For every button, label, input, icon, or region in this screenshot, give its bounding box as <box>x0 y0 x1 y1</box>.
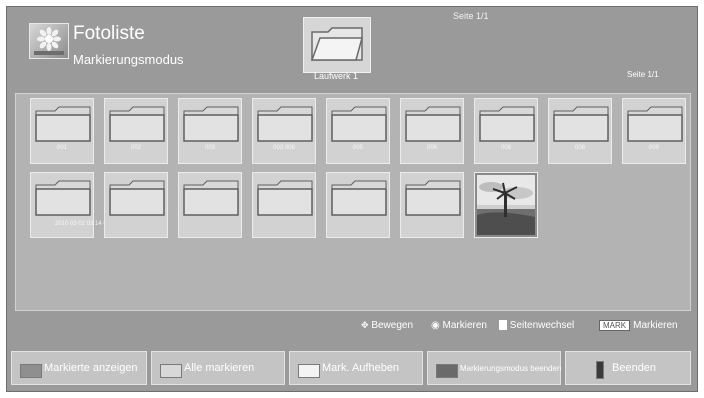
folder-icon <box>331 180 387 216</box>
exit-button[interactable]: Beenden <box>565 351 691 385</box>
red-key-swatch <box>20 364 42 378</box>
photo-list-screen: Fotoliste Markierungsmodus Seite 1/1 Lau… <box>6 6 698 392</box>
mode-subtitle: Markierungsmodus <box>73 52 184 67</box>
yellow-key-swatch <box>298 364 320 378</box>
folder-icon <box>627 106 683 142</box>
drive-button[interactable] <box>303 17 371 73</box>
mark-key-badge: MARK <box>599 320 631 331</box>
photo-flower-icon <box>29 23 69 59</box>
page-title: Fotoliste <box>73 23 145 44</box>
show-marked-button[interactable]: Markierte anzeigen <box>11 351 147 385</box>
folder-icon <box>257 180 313 216</box>
folder-tile[interactable]: 009 <box>622 98 686 164</box>
landscape-photo <box>477 175 535 235</box>
folder-name: 002 <box>130 145 141 151</box>
green-key-swatch <box>160 364 182 378</box>
folder-icon <box>479 106 535 142</box>
folder-icon <box>35 180 91 216</box>
hint-page-change: Seitenwechsel <box>499 320 574 331</box>
folder-icon <box>183 180 239 216</box>
folder-icon <box>109 180 165 216</box>
folder-name: 009 <box>648 145 659 151</box>
folder-name: 008 <box>574 145 585 151</box>
folder-name: 003 006 <box>273 145 295 151</box>
photo-thumbnail[interactable] <box>474 172 538 238</box>
folder-tile[interactable]: 003 <box>178 98 242 164</box>
folder-name: 005 <box>352 145 363 151</box>
hint-mark-label: Markieren <box>442 320 487 331</box>
hint-page-change-label: Seitenwechsel <box>509 320 575 331</box>
folder-icon <box>35 106 91 142</box>
drive-label: Laufwerk 1 <box>313 71 359 81</box>
header: Fotoliste Markierungsmodus Seite 1/1 Lau… <box>7 7 697 93</box>
page-indicator-right: Seite 1/1 <box>627 70 659 79</box>
folder-icon <box>331 106 387 142</box>
folder-name: 003 <box>204 145 215 151</box>
folder-icon <box>553 106 609 142</box>
blue-key-swatch <box>436 364 458 378</box>
folder-tile[interactable] <box>400 172 464 238</box>
dpad-icon: ✥ <box>361 320 369 330</box>
folder-tile[interactable]: 008 <box>474 98 538 164</box>
folder-tile[interactable]: 008 <box>548 98 612 164</box>
folder-tile[interactable] <box>252 172 316 238</box>
folder-open-icon <box>310 27 363 61</box>
folder-tile[interactable] <box>326 172 390 238</box>
folder-name: 006 <box>426 145 437 151</box>
hint-mark-key-label: Markieren <box>633 320 678 331</box>
unmark-button[interactable]: Mark. Aufheben <box>289 351 423 385</box>
folder-icon <box>257 106 313 142</box>
folder-tile[interactable]: 006 <box>400 98 464 164</box>
folder-icon <box>109 106 165 142</box>
folder-icon <box>183 106 239 142</box>
hint-mark: ◉ Markieren <box>431 320 487 331</box>
function-button-bar: Markierte anzeigen Alle markieren Mark. … <box>7 349 697 391</box>
folder-tile[interactable]: 005 <box>326 98 390 164</box>
file-grid: 001 002 003 003 006 005 006 008 008 009 … <box>15 93 691 311</box>
folder-icon <box>405 180 461 216</box>
folder-tile[interactable] <box>104 172 168 238</box>
folder-icon <box>405 106 461 142</box>
mark-all-button[interactable]: Alle markieren <box>151 351 285 385</box>
hint-move: ✥ Bewegen <box>361 320 413 331</box>
folder-tile[interactable] <box>178 172 242 238</box>
folder-tile[interactable]: 002 <box>104 98 168 164</box>
page-button-icon <box>499 320 507 331</box>
folder-name: 008 <box>500 145 511 151</box>
exit-key-icon <box>596 361 604 379</box>
status-bar: ✥ Bewegen ◉ Markieren Seitenwechsel MARK… <box>7 312 697 338</box>
folder-tile[interactable]: 2010 03 02 03 14 01 1 <box>30 172 115 238</box>
hint-mark-key: MARK Markieren <box>599 320 678 331</box>
folder-tile[interactable]: 001 <box>30 98 94 164</box>
exit-mark-mode-button[interactable]: Markierungsmodus beenden <box>427 351 561 385</box>
ok-button-icon: ◉ <box>431 320 440 331</box>
folder-name: 001 <box>56 145 67 151</box>
folder-tile[interactable]: 003 006 <box>252 98 316 164</box>
page-indicator-top: Seite 1/1 <box>453 11 489 21</box>
hint-move-label: Bewegen <box>371 320 414 331</box>
